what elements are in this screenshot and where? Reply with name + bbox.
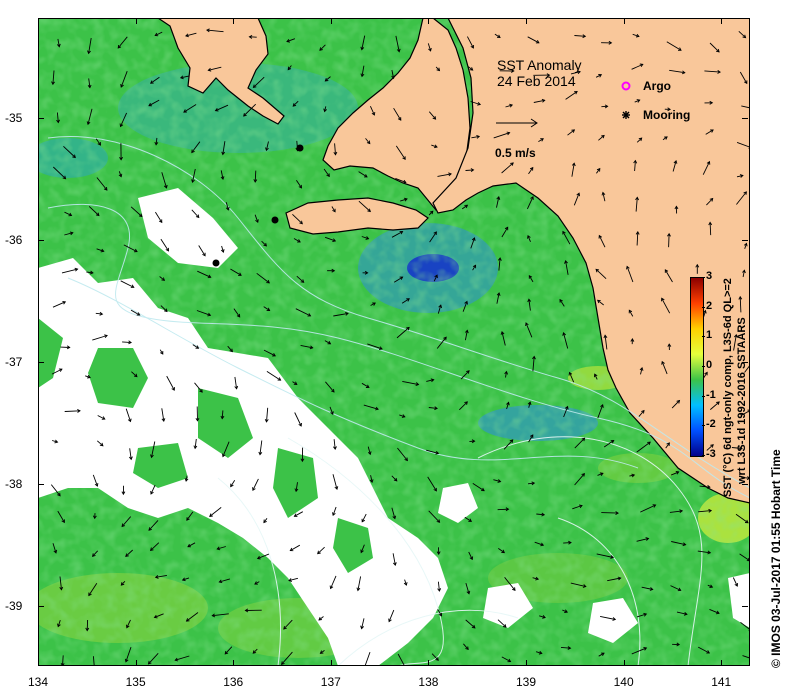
y-tick-mark (742, 606, 748, 607)
vector-scale-label: 0.5 m/s (495, 146, 536, 160)
map-date: 24 Feb 2014 (497, 73, 576, 89)
x-tick-mark (428, 18, 430, 24)
colorbar-tick-label: -1 (706, 388, 716, 401)
x-tick-label: 139 (516, 675, 537, 689)
colorbar-tick-label: 0 (706, 359, 713, 371)
colorbar-tick-label: 2 (706, 299, 713, 312)
x-tick-mark (526, 18, 527, 24)
colorbar-tick-label: -3 (706, 448, 716, 460)
legend-argo-label: Argo (643, 79, 671, 93)
x-tick-mark (623, 660, 625, 666)
colorbar-tick-mark (702, 425, 705, 427)
x-tick-label: 141 (711, 675, 732, 689)
vector-scale-arrow (496, 118, 538, 128)
x-tick-mark (330, 660, 332, 666)
y-tick-mark (38, 240, 44, 241)
y-tick-mark (742, 362, 748, 363)
x-tick-mark (233, 18, 235, 24)
colorbar-tick-label: 1 (706, 329, 713, 342)
x-tick-label: 136 (223, 675, 244, 689)
x-tick-mark (38, 18, 39, 24)
x-tick-label: 137 (320, 675, 341, 689)
y-tick-mark (38, 118, 44, 119)
x-tick-mark (623, 18, 625, 24)
x-tick-mark (38, 660, 39, 666)
argo-legend-icon (621, 81, 631, 91)
y-tick-mark (38, 606, 44, 607)
x-tick-label: 135 (125, 675, 146, 689)
x-tick-mark (135, 660, 137, 666)
y-tick-mark (742, 240, 748, 241)
current-vector (497, 508, 509, 511)
map-figure: SST Anomaly 24 Feb 2014 0.5 m/s Argo Moo… (0, 0, 791, 700)
y-tick-mark (742, 484, 748, 485)
colorbar-tick-mark (702, 395, 705, 397)
colorbar-label-line2: wrt L3S-1d 1992-2016 SSTAARS (736, 317, 748, 484)
colorbar-tick-mark (702, 277, 705, 278)
map-title: SST Anomaly (497, 57, 582, 73)
x-tick-mark (135, 18, 137, 24)
mooring-marker (296, 144, 304, 152)
y-tick-label: -35 (5, 111, 23, 125)
x-tick-label: 134 (28, 675, 49, 689)
y-tick-label: -39 (5, 599, 23, 613)
current-vector (709, 222, 712, 236)
current-vector (601, 512, 619, 514)
colorbar-tick-mark (702, 455, 705, 456)
colorbar-tick-label: 3 (706, 270, 713, 282)
colorbar-tick-mark (702, 336, 705, 338)
credit-text: © IMOS 03-Jul-2017 01:55 Hobart Time (769, 449, 783, 668)
colorbar-tick-mark (702, 306, 705, 308)
colorbar (690, 277, 704, 457)
x-tick-mark (330, 18, 332, 24)
x-tick-label: 140 (613, 675, 634, 689)
legend-mooring-label: Mooring (643, 108, 691, 122)
mooring-legend-icon (622, 111, 630, 119)
x-tick-mark (721, 660, 723, 666)
y-tick-mark (38, 362, 44, 363)
colorbar-tick-label: -2 (706, 418, 716, 431)
x-tick-mark (721, 18, 723, 24)
y-tick-label: -36 (5, 233, 23, 247)
mooring-marker (271, 216, 279, 224)
x-tick-label: 138 (418, 675, 439, 689)
y-tick-label: -37 (5, 355, 23, 369)
x-tick-mark (428, 660, 430, 666)
current-vector (254, 170, 257, 183)
y-tick-mark (38, 484, 44, 485)
current-vector (668, 233, 670, 248)
colorbar-label-line1: SST (°C) 6d ngt-only comp, L3S-6d QL>=2 (722, 278, 734, 497)
x-tick-mark (526, 660, 527, 666)
y-tick-label: -38 (5, 477, 23, 491)
y-tick-mark (742, 118, 748, 119)
colorbar-tick-mark (702, 366, 705, 367)
x-tick-mark (233, 660, 235, 666)
mooring-marker (212, 259, 220, 267)
